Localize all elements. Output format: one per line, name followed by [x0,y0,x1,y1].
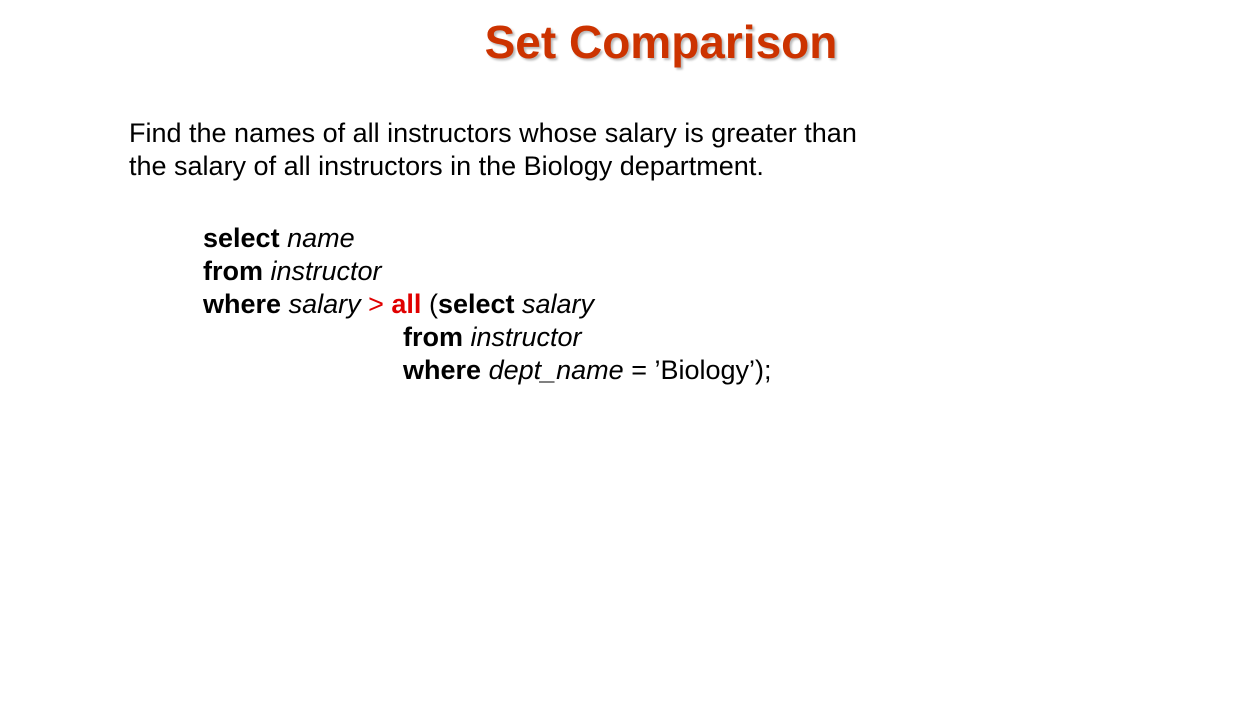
slide: Set Comparison Find the names of all ins… [0,0,1254,706]
subquery-identifier-salary: salary [522,289,595,319]
identifier-instructor: instructor [270,256,382,286]
condition-value: = ’Biology’); [631,355,772,385]
description-line-1: Find the names of all instructors whose … [129,118,857,148]
identifier-dept-name: dept_name [488,355,624,385]
query-line-from: from instructor [203,255,382,288]
description-line-2: the salary of all instructors in the Bio… [129,151,764,181]
query-line-select: select name [203,222,355,255]
subquery-line-from: from instructor [403,321,582,354]
query-line-where: where salary > all (select salary [203,288,594,321]
subquery-line-where: where dept_name = ’Biology’); [403,354,772,387]
identifier-name: name [287,223,355,253]
problem-description: Find the names of all instructors whose … [129,117,1029,183]
comparison-operator: > [368,289,384,319]
keyword-select: select [203,223,280,253]
open-paren: ( [428,289,438,319]
keyword-all: all [391,289,422,319]
keyword-where: where [203,289,282,319]
subquery-keyword-from: from [403,322,463,352]
keyword-from: from [203,256,263,286]
subquery-identifier-instructor: instructor [470,322,582,352]
slide-title: Set Comparison [484,16,838,68]
subquery-keyword-where: where [403,355,482,385]
identifier-salary: salary [288,289,361,319]
subquery-keyword-select: select [437,289,515,319]
